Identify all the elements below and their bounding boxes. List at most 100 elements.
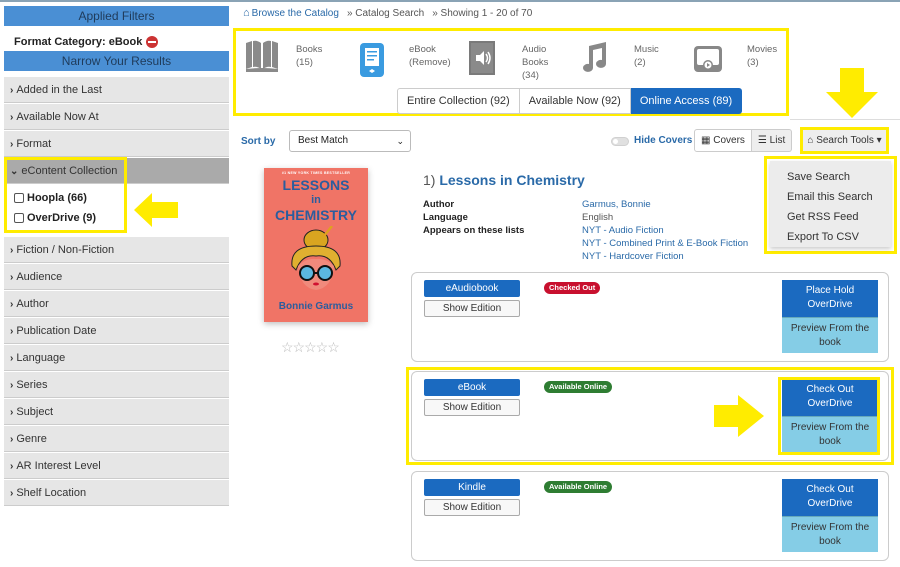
- rating-stars[interactable]: ☆☆☆☆☆: [281, 339, 340, 356]
- facet-publication-date[interactable]: › Publication Date: [4, 318, 229, 344]
- format-name: Movies: [747, 44, 778, 55]
- facet-format[interactable]: › Format: [4, 131, 229, 157]
- format-count: (34): [522, 70, 539, 81]
- hide-covers-label[interactable]: Hide Covers: [634, 135, 692, 146]
- movie-icon[interactable]: [694, 46, 722, 72]
- facet-available-now-at[interactable]: › Available Now At: [4, 104, 229, 130]
- action-group: Place Hold OverDrive Preview From the book: [782, 280, 878, 353]
- list-icon: ☰: [757, 135, 770, 146]
- show-edition-button[interactable]: Show Edition: [424, 399, 520, 416]
- show-edition-button[interactable]: Show Edition: [424, 499, 520, 516]
- book-cover[interactable]: #1 NEW YORK TIMES BESTSELLER LESSONS in …: [264, 168, 368, 322]
- facet-author[interactable]: › Author: [4, 291, 229, 317]
- status-badge: Available Online: [544, 481, 613, 493]
- facet-audience[interactable]: › Audience: [4, 264, 229, 290]
- action-label: Check Out: [806, 484, 854, 495]
- breadcrumb-search[interactable]: » Catalog Search: [347, 8, 424, 19]
- format-books[interactable]: Books (15): [296, 43, 322, 69]
- chevron-right-icon: ›: [10, 353, 14, 364]
- breadcrumb-home[interactable]: ⌂ Browse the Catalog: [243, 7, 339, 19]
- format-button[interactable]: eAudiobook: [424, 280, 520, 297]
- sidebar: Applied Filters Format Category: eBook N…: [4, 6, 229, 506]
- menu-email-search[interactable]: Email this Search: [770, 187, 891, 207]
- sort-label: Sort by: [241, 136, 276, 147]
- facet-genre[interactable]: › Genre: [4, 426, 229, 452]
- preview-button[interactable]: Preview From the book: [782, 516, 878, 552]
- tab-entire-collection[interactable]: Entire Collection (92): [397, 88, 520, 114]
- facet-added-in-the-last[interactable]: › Added in the Last: [4, 77, 229, 103]
- format-count: (3): [747, 57, 759, 68]
- format-remove-link[interactable]: (Remove): [409, 56, 451, 69]
- tab-available-now[interactable]: Available Now (92): [519, 88, 631, 114]
- facet-label: Available Now At: [16, 111, 99, 123]
- list-label: List: [769, 135, 786, 146]
- place-hold-button[interactable]: Place Hold OverDrive: [782, 280, 878, 317]
- detail-author: Author Garmus, Bonnie: [423, 198, 748, 211]
- facet-label: Publication Date: [16, 325, 97, 337]
- facet-ar-interest-level[interactable]: › AR Interest Level: [4, 453, 229, 479]
- facet-language[interactable]: › Language: [4, 345, 229, 371]
- caret-down-icon: ▾: [873, 135, 882, 146]
- format-name: Audio Books: [522, 44, 549, 68]
- result-title-link[interactable]: Lessons in Chemistry: [439, 172, 585, 188]
- facet-subject[interactable]: › Subject: [4, 399, 229, 425]
- audiobook-icon[interactable]: [469, 41, 495, 75]
- sort-select[interactable]: Best Match ⌄: [289, 130, 411, 152]
- facet-label: AR Interest Level: [16, 460, 101, 472]
- search-tools-label: Search Tools: [816, 135, 874, 146]
- action-label: OverDrive: [807, 299, 853, 310]
- format-ebook[interactable]: eBook (Remove): [409, 43, 451, 69]
- detail-label: Language: [423, 212, 468, 223]
- list-view-button[interactable]: ☰ List: [751, 129, 793, 152]
- list-link[interactable]: NYT - Combined Print & E-Book Fiction: [582, 237, 748, 250]
- facet-fiction-nonfiction[interactable]: › Fiction / Non-Fiction: [4, 237, 229, 263]
- search-tools-button[interactable]: ⌂ Search Tools ▾: [800, 127, 889, 154]
- status-badge: Checked Out: [544, 282, 601, 294]
- chevron-right-icon: ›: [10, 245, 14, 256]
- menu-rss-feed[interactable]: Get RSS Feed: [770, 207, 891, 227]
- cover-title-line: LESSONS: [282, 177, 350, 193]
- action-label: Preview From the: [790, 522, 870, 533]
- facet-label: Subject: [16, 406, 54, 418]
- format-button[interactable]: eBook: [424, 379, 520, 396]
- format-audio-books[interactable]: Audio Books (34): [522, 43, 552, 82]
- author-link[interactable]: Garmus, Bonnie: [582, 198, 651, 211]
- search-tools-menu: Save Search Email this Search Get RSS Fe…: [764, 156, 897, 254]
- preview-button[interactable]: Preview From the book: [782, 317, 878, 353]
- hide-covers-toggle[interactable]: [611, 137, 629, 146]
- applied-filters-header: Applied Filters: [4, 6, 229, 26]
- covers-view-button[interactable]: ▦ Covers: [694, 129, 752, 152]
- grid-icon: ▦: [701, 135, 714, 146]
- format-button[interactable]: Kindle: [424, 479, 520, 496]
- menu-save-search[interactable]: Save Search: [770, 167, 891, 187]
- ebook-icon[interactable]: [360, 43, 384, 77]
- book-icon[interactable]: [244, 39, 280, 73]
- facet-shelf-location[interactable]: › Shelf Location: [4, 480, 229, 506]
- result-title-line: 1) Lessons in Chemistry: [423, 172, 585, 188]
- view-mode-group: ▦ Covers ☰ List: [694, 129, 793, 152]
- facet-label: Language: [16, 352, 66, 364]
- menu-export-csv[interactable]: Export To CSV: [770, 227, 891, 247]
- arrow-right-icon: [714, 395, 764, 437]
- list-link[interactable]: NYT - Hardcover Fiction: [582, 250, 748, 263]
- divider: [790, 119, 900, 120]
- chevron-right-icon: ›: [10, 434, 14, 445]
- facet-list: › Added in the Last › Available Now At › Fo…: [4, 77, 229, 506]
- sort-value: Best Match: [298, 135, 349, 146]
- chevron-right-icon: ›: [10, 380, 14, 391]
- format-movies[interactable]: Movies (3): [747, 43, 777, 69]
- list-link[interactable]: NYT - Audio Fiction: [582, 224, 748, 237]
- result-number: 1): [423, 172, 436, 188]
- chevron-right-icon: ›: [10, 461, 14, 472]
- music-icon[interactable]: [580, 42, 608, 74]
- remove-filter-icon[interactable]: [146, 35, 159, 48]
- check-out-button[interactable]: Check Out OverDrive: [782, 479, 878, 516]
- facet-label: Series: [16, 379, 48, 391]
- tab-online-access[interactable]: Online Access (89): [630, 88, 743, 114]
- facet-series[interactable]: › Series: [4, 372, 229, 398]
- facet-label: Audience: [16, 271, 63, 283]
- format-count: (2): [634, 57, 646, 68]
- format-music[interactable]: Music (2): [634, 43, 659, 69]
- show-edition-button[interactable]: Show Edition: [424, 300, 520, 317]
- cover-title-line: CHEMISTRY: [275, 207, 357, 223]
